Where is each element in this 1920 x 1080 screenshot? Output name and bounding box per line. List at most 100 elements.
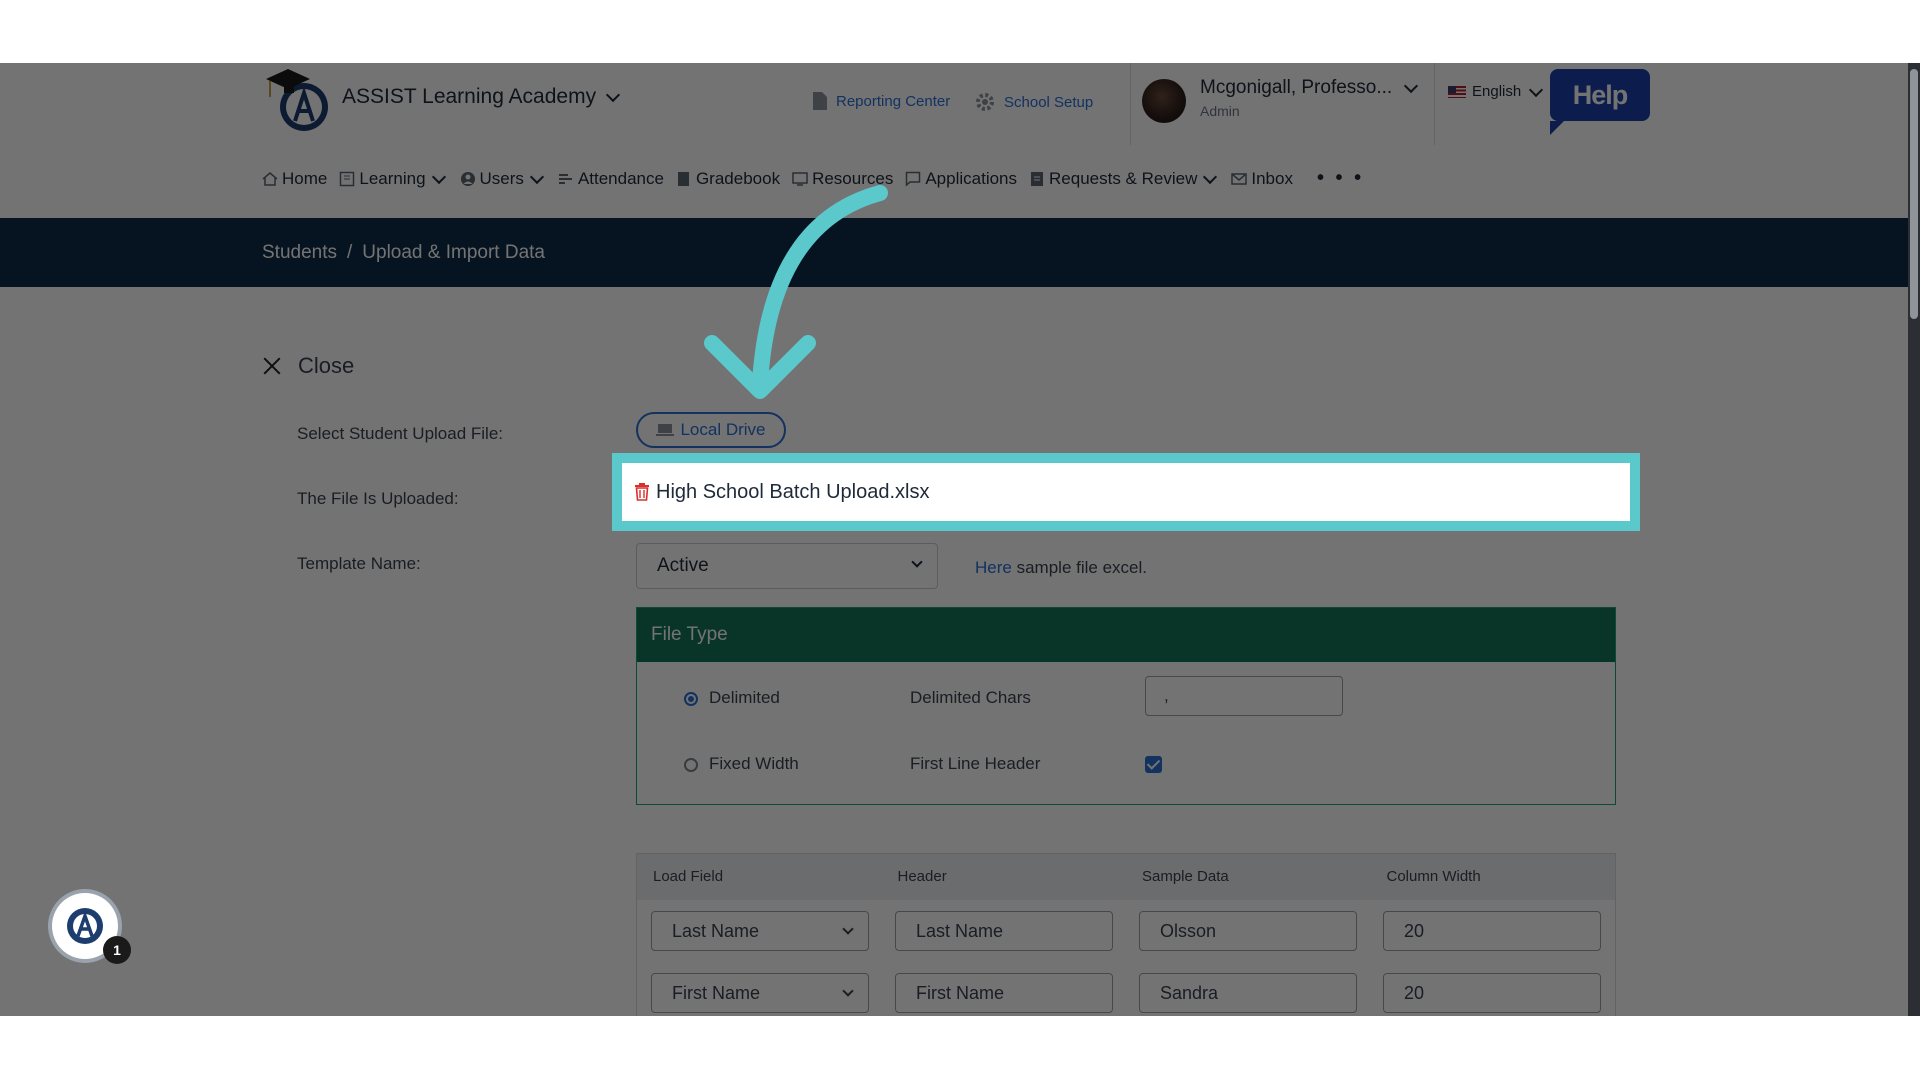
header-input[interactable]: Last Name (895, 911, 1113, 951)
chevron-down-icon (529, 169, 545, 184)
notification-badge: 1 (103, 936, 131, 964)
nav-home[interactable]: Home (262, 169, 327, 189)
breadcrumb-students[interactable]: Students (262, 242, 337, 264)
chevron-down-icon (431, 169, 446, 184)
school-switcher[interactable]: ASSIST Learning Academy (342, 85, 622, 109)
chevron-down-icon (1404, 78, 1419, 94)
school-setup-link[interactable]: School Setup (974, 91, 1093, 113)
close-button[interactable]: Close (262, 353, 354, 379)
school-name: ASSIST Learning Academy (342, 85, 597, 108)
avatar[interactable] (1142, 79, 1186, 123)
column-width-input[interactable]: 20 (1383, 973, 1601, 1013)
fixed-width-radio[interactable] (684, 758, 698, 772)
file-type-title: File Type (637, 608, 1615, 662)
envelope-icon (1231, 172, 1248, 185)
sample-file-link[interactable]: Here (975, 558, 1012, 577)
top-header: ASSIST Learning Academy Reporting Center… (0, 63, 1920, 218)
table-row: First Name First Name Sandra 20 (637, 962, 1615, 1016)
breadcrumb-current: Upload & Import Data (362, 242, 545, 263)
nav-inbox-label: Inbox (1251, 168, 1293, 188)
user-menu[interactable]: Mcgonigall, Professo... (1200, 77, 1420, 99)
user-role: Admin (1200, 103, 1240, 119)
field-mapping-table: Load Field Header Sample Data Column Wid… (636, 853, 1616, 1016)
nav-applications[interactable]: Applications (905, 169, 1017, 189)
sample-file-suffix: sample file excel. (1016, 558, 1147, 577)
nav-requests-review-label: Requests & Review (1049, 168, 1198, 188)
nav-attendance-label: Attendance (577, 168, 664, 188)
user-name: Mcgonigall, Professo... (1200, 77, 1393, 98)
chevron-down-icon (1529, 82, 1544, 97)
reporting-center-link[interactable]: Reporting Center (812, 91, 950, 111)
load-field-select[interactable]: Last Name (651, 911, 869, 951)
upload-form: Close Select Student Upload File: Local … (0, 287, 1920, 1016)
delimited-radio[interactable] (684, 692, 698, 706)
delimited-chars-input[interactable]: , (1145, 676, 1343, 716)
app-window: ASSIST Learning Academy Reporting Center… (0, 63, 1920, 1016)
user-icon (460, 171, 475, 186)
nav-users-label: Users (479, 168, 524, 188)
close-icon (262, 356, 282, 376)
nav-applications-label: Applications (925, 168, 1018, 188)
delimited-chars-label: Delimited Chars (910, 688, 1031, 707)
sample-data-input[interactable]: Sandra (1139, 973, 1357, 1013)
home-icon (262, 171, 278, 186)
breadcrumb-separator: / (347, 242, 353, 263)
uploaded-file-name: High School Batch Upload.xlsx (656, 480, 930, 503)
select-file-label: Select Student Upload File: (297, 424, 504, 443)
help-label: Help (1572, 79, 1629, 110)
col-header: Header (897, 868, 947, 885)
more-menu-button[interactable]: • • • (1317, 167, 1364, 190)
nav-learning-label: Learning (359, 168, 426, 188)
school-setup-label: School Setup (1004, 93, 1094, 111)
template-label: Template Name: (297, 554, 421, 573)
breadcrumb: Students / Upload & Import Data (262, 242, 545, 264)
chevron-down-icon (1203, 169, 1218, 184)
clipboard-icon (1031, 171, 1044, 186)
chevron-down-icon (842, 985, 854, 997)
sample-data-input[interactable]: Olsson (1139, 911, 1357, 951)
school-logo-icon (266, 69, 328, 131)
first-line-header-label: First Line Header (910, 754, 1041, 773)
assist-logo-icon (67, 908, 103, 944)
gear-icon (976, 93, 994, 111)
help-button[interactable]: Help (1550, 69, 1650, 135)
nav-attendance[interactable]: Attendance (558, 169, 664, 189)
first-line-header-checkbox[interactable] (1145, 756, 1162, 773)
close-label: Close (298, 353, 355, 378)
uploaded-label: The File Is Uploaded: (297, 489, 459, 508)
load-field-select[interactable]: First Name (651, 973, 869, 1013)
load-field-value: Last Name (672, 921, 760, 941)
nav-users[interactable]: Users (460, 169, 546, 189)
local-drive-label: Local Drive (680, 420, 766, 439)
template-select[interactable]: Active (636, 543, 938, 589)
list-icon (558, 173, 572, 184)
col-sample-data: Sample Data (1142, 868, 1229, 885)
template-value: Active (657, 555, 709, 576)
language-selector[interactable]: English (1448, 82, 1545, 100)
header-input[interactable]: First Name (895, 973, 1113, 1013)
chevron-down-icon (842, 923, 854, 935)
laptop-icon (656, 424, 675, 436)
column-width-input[interactable]: 20 (1383, 911, 1601, 951)
table-header: Load Field Header Sample Data Column Wid… (637, 854, 1615, 900)
sample-file-text: Here sample file excel. (975, 558, 1147, 578)
header-divider (1434, 63, 1435, 145)
table-row: Last Name Last Name Olsson 20 (637, 900, 1615, 962)
load-field-value: First Name (672, 983, 761, 1003)
nav-requests-review[interactable]: Requests & Review (1029, 169, 1219, 189)
chevron-down-icon (911, 556, 923, 568)
document-icon (813, 92, 827, 110)
chevron-down-icon (606, 87, 621, 103)
breadcrumb-bar: Students / Upload & Import Data (0, 218, 1920, 287)
nav-home-label: Home (282, 168, 328, 188)
uploaded-file-highlight: High School Batch Upload.xlsx (612, 453, 1640, 531)
file-type-panel: File Type Delimited Delimited Chars , Fi… (636, 607, 1616, 805)
chat-bubble-icon (906, 171, 921, 187)
delimited-label: Delimited (709, 688, 780, 707)
nav-inbox[interactable]: Inbox (1231, 169, 1293, 189)
page-scrollbar[interactable] (1908, 63, 1920, 1016)
trash-icon[interactable] (634, 483, 650, 501)
col-column-width: Column Width (1386, 868, 1481, 885)
reporting-center-label: Reporting Center (836, 92, 951, 110)
nav-learning[interactable]: Learning (339, 169, 447, 189)
